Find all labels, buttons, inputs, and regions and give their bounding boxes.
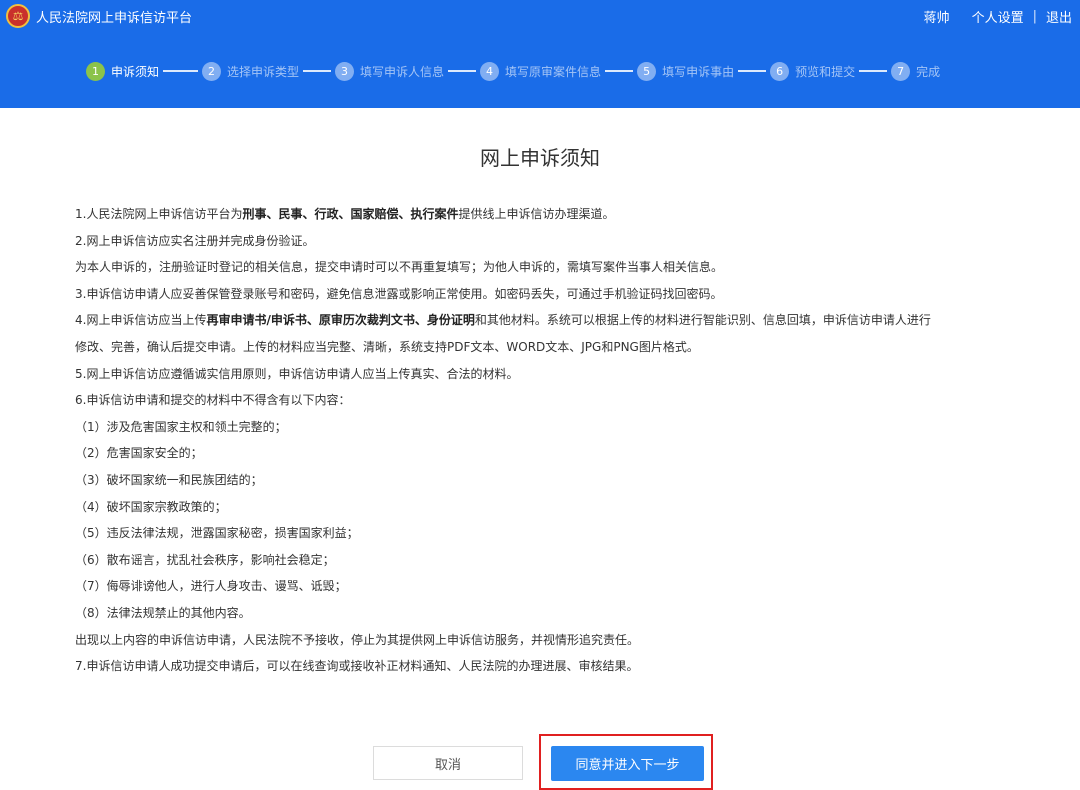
step-label: 填写原审案件信息 [505,64,602,79]
step-connector [163,70,199,72]
logout-link[interactable]: 退出 [1046,7,1072,26]
notice-line: 7.申诉信访申请人成功提交申请后，可以在线查询或接收补正材料通知、人民法院的办理… [75,653,1065,680]
top-header: ⚖ 人民法院网上申诉信访平台 蒋帅 个人设置 | 退出 1 申诉须知 2 选择申诉类… [0,0,1080,108]
notice-line: 3.申诉信访申请人应妥善保管登录账号和密码，避免信息泄露或影响正常使用。如密码丢… [75,281,1065,308]
step-number: 2 [202,61,222,81]
step-label: 填写申诉事由 [662,64,735,79]
notice-text: 为本人申诉的，注册验证时登记的相关信息，提交申请时可以不再重复填写；为他人申诉的… [75,260,724,275]
user-name-link[interactable]: 蒋帅 [924,7,950,26]
notice-text: （4）破坏国家宗教政策的； [75,499,227,514]
notice-line: 4.网上申诉信访应当上传再审申请书/申诉书、原审历次裁判文书、身份证明和其他材料… [75,307,1065,334]
notice-content: 1.人民法院网上申诉信访平台为刑事、民事、行政、国家赔偿、执行案件提供线上申诉信… [75,201,1065,680]
notice-text: （1）涉及危害国家主权和领土完整的； [75,419,287,434]
step-number: 4 [480,61,500,81]
link-separator: | [1032,9,1037,24]
step-label: 预览和提交 [795,64,856,79]
cancel-button[interactable]: 取消 [373,746,523,780]
step-connector [303,70,332,72]
app-title: 人民法院网上申诉信访平台 [36,11,193,26]
step-3: 3 填写申诉人信息 [335,61,445,81]
notice-line: （1）涉及危害国家主权和领土完整的； [75,414,1065,441]
notice-line: 5.网上申诉信访应遵循诚实信用原则，申诉信访申请人应当上传真实、合法的材料。 [75,361,1065,388]
notice-line: （8）法律法规禁止的其他内容。 [75,600,1065,627]
notice-text: 4.网上申诉信访应当上传 [75,313,207,328]
notice-text: 7.申诉信访申请人成功提交申请后，可以在线查询或接收补正材料通知、人民法院的办理… [75,659,639,674]
step-connector [738,70,767,72]
notice-title: 网上申诉须知 [480,146,600,170]
notice-text: （7）侮辱诽谤他人，进行人身攻击、谩骂、诋毁； [75,579,347,594]
notice-text: 6.申诉信访申请和提交的材料中不得含有以下内容： [75,393,351,408]
notice-line: 2.网上申诉信访应实名注册并完成身份验证。 [75,228,1065,255]
top-links: 蒋帅 个人设置 | 退出 [924,7,1072,26]
step-number: 6 [770,61,790,81]
notice-line: （4）破坏国家宗教政策的； [75,494,1065,521]
notice-line: 出现以上内容的申诉信访申请，人民法院不予接收，停止为其提供网上申诉信访服务，并视… [75,627,1065,654]
notice-text: 2.网上申诉信访应实名注册并完成身份验证。 [75,233,315,248]
step-number: 5 [637,61,657,81]
notice-text: （5）违反法律法规，泄露国家秘密，损害国家利益； [75,526,359,541]
step-connector [605,70,634,72]
step-7: 7 完成 [891,61,941,81]
notice-text: 1.人民法院网上申诉信访平台为 [75,207,243,221]
notice-line: 为本人申诉的，注册验证时登记的相关信息，提交申请时可以不再重复填写；为他人申诉的… [75,254,1065,281]
notice-text: （8）法律法规禁止的其他内容。 [75,605,251,620]
notice-line: 6.申诉信访申请和提交的材料中不得含有以下内容： [75,387,1065,414]
notice-line: 1.人民法院网上申诉信访平台为刑事、民事、行政、国家赔偿、执行案件提供线上申诉信… [75,201,1065,228]
notice-emphasis: 刑事、民事、行政、国家赔偿、执行案件 [242,207,459,221]
notice-emphasis: 再审申请书/申诉书、原审历次裁判文书、身份证明 [206,313,475,328]
step-4: 4 填写原审案件信息 [480,61,602,81]
step-2: 2 选择申诉类型 [202,61,300,81]
notice-text: 和其他材料。系统可以根据上传的材料进行智能识别、信息回填，申诉信访申请人进行 [474,313,931,328]
personal-settings-link[interactable]: 个人设置 [972,7,1024,26]
notice-line: （2）危害国家安全的； [75,440,1065,467]
step-label: 完成 [916,64,941,79]
notice-line: （3）破坏国家统一和民族团结的； [75,467,1065,494]
step-number: 7 [891,61,911,81]
court-emblem-icon: ⚖ [6,4,30,28]
notice-text: 5.网上申诉信访应遵循诚实信用原则，申诉信访申请人应当上传真实、合法的材料。 [75,366,519,381]
agree-next-button[interactable]: 同意并进入下一步 [551,746,704,781]
step-connector [448,70,477,72]
step-label: 申诉须知 [111,64,160,79]
notice-text: （2）危害国家安全的； [75,446,203,461]
step-label: 选择申诉类型 [227,64,300,79]
step-5: 5 填写申诉事由 [637,61,735,81]
notice-text: 提供线上申诉信访办理渠道。 [458,207,615,221]
notice-line: 修改、完善，确认后提交申请。上传的材料应当完整、清晰，系统支持PDF文本、WOR… [75,334,1065,361]
notice-line: （7）侮辱诽谤他人，进行人身攻击、谩骂、诋毁； [75,573,1065,600]
notice-text: 修改、完善，确认后提交申请。上传的材料应当完整、清晰，系统支持PDF文本、WOR… [75,339,699,354]
notice-card: 网上申诉须知 1.人民法院网上申诉信访平台为刑事、民事、行政、国家赔偿、执行案件… [6,108,1074,790]
step-1: 1 申诉须知 [86,61,160,81]
notice-text: （3）破坏国家统一和民族团结的； [75,472,263,487]
notice-line: （6）散布谣言，扰乱社会秩序，影响社会稳定； [75,547,1065,574]
step-number: 3 [335,61,355,81]
progress-steps: 1 申诉须知 2 选择申诉类型 3 填写申诉人信息 4 填写原审案件信息 5 填写申诉事由… [86,61,940,81]
notice-text: 3.申诉信访申请人应妥善保管登录账号和密码，避免信息泄露或影响正常使用。如密码丢… [75,286,723,301]
step-label: 填写申诉人信息 [360,64,445,79]
notice-text: 出现以上内容的申诉信访申请，人民法院不予接收，停止为其提供网上申诉信访服务，并视… [75,632,640,647]
notice-line: （5）违反法律法规，泄露国家秘密，损害国家利益； [75,520,1065,547]
step-number: 1 [86,61,105,81]
step-6: 6 预览和提交 [770,61,856,81]
step-connector [859,70,888,72]
notice-text: （6）散布谣言，扰乱社会秩序，影响社会稳定； [75,552,335,567]
